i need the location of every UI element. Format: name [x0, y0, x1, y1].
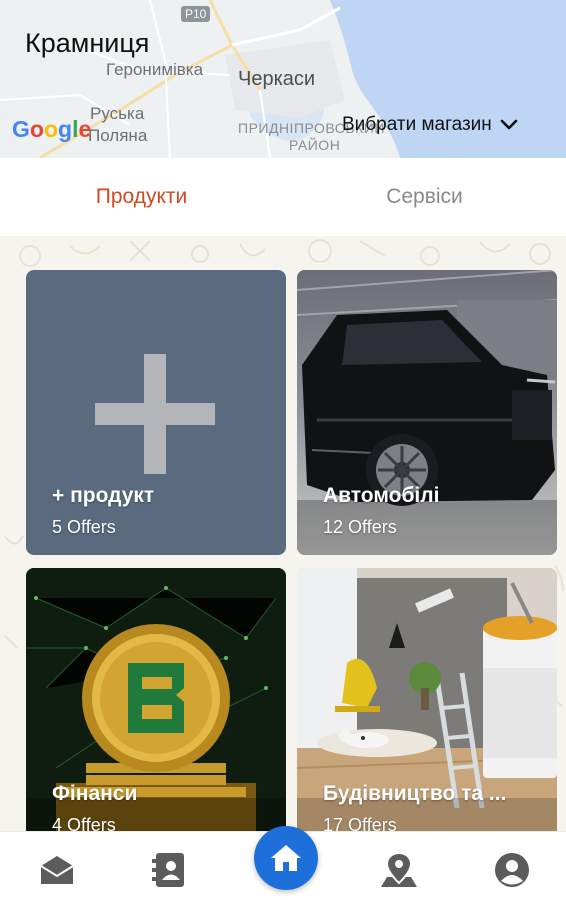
card-title: Автомобілі: [323, 484, 440, 507]
nav-inbox[interactable]: [37, 850, 77, 890]
card-title: + продукт: [52, 484, 155, 507]
home-button[interactable]: [254, 826, 318, 890]
home-icon: [271, 845, 301, 871]
card-offers-count: 12 Offers: [323, 517, 397, 537]
card-title: Фінанси: [52, 782, 138, 805]
car-image: [297, 270, 557, 555]
store-select-label: Вибрати магазин: [342, 114, 492, 135]
profile-icon: [495, 853, 529, 887]
category-card-cars[interactable]: Автомобілі 12 Offers: [297, 270, 557, 555]
nav-contacts[interactable]: [150, 850, 190, 890]
map-label: Черкаси: [238, 68, 316, 90]
inbox-icon: [40, 856, 74, 884]
chevron-down-icon: [500, 119, 518, 130]
tab-products[interactable]: Продукти: [0, 158, 283, 236]
card-title: Будівництво та ...: [323, 782, 507, 805]
location-pin-icon: [381, 851, 417, 887]
map-header: P10 Крамниця Геронимівка Черкаси Руська …: [0, 0, 566, 158]
add-product-card[interactable]: + продукт 5 Offers: [26, 270, 286, 555]
map-label: Поляна: [88, 126, 148, 145]
bottom-navigation: [0, 826, 566, 900]
category-card-finance[interactable]: Фінанси 4 Offers: [26, 568, 286, 831]
road-sign: P10: [181, 6, 211, 22]
page-title: Крамниця: [25, 28, 150, 58]
tab-services[interactable]: Сервіси: [283, 158, 566, 236]
contacts-book-icon: [152, 853, 184, 887]
nav-location[interactable]: [379, 850, 419, 890]
card-offers-count: 5 Offers: [52, 517, 116, 537]
map-label: РАЙОН: [289, 137, 341, 153]
google-logo: Google: [12, 116, 92, 142]
map-label: Геронимівка: [106, 60, 204, 79]
category-card-construction[interactable]: Будівництво та ... 17 Offers: [297, 568, 557, 831]
products-grid: + продукт 5 Offers Автомобілі 12 Offers …: [0, 236, 566, 831]
card-offers-count: 17 Offers: [323, 815, 397, 831]
plus-icon: [95, 354, 215, 474]
category-tabs: Продукти Сервіси: [0, 158, 566, 236]
card-offers-count: 4 Offers: [52, 815, 116, 831]
map-label: Руська: [90, 104, 145, 123]
nav-profile[interactable]: [492, 850, 532, 890]
store-select-dropdown[interactable]: Вибрати магазин: [342, 114, 518, 136]
